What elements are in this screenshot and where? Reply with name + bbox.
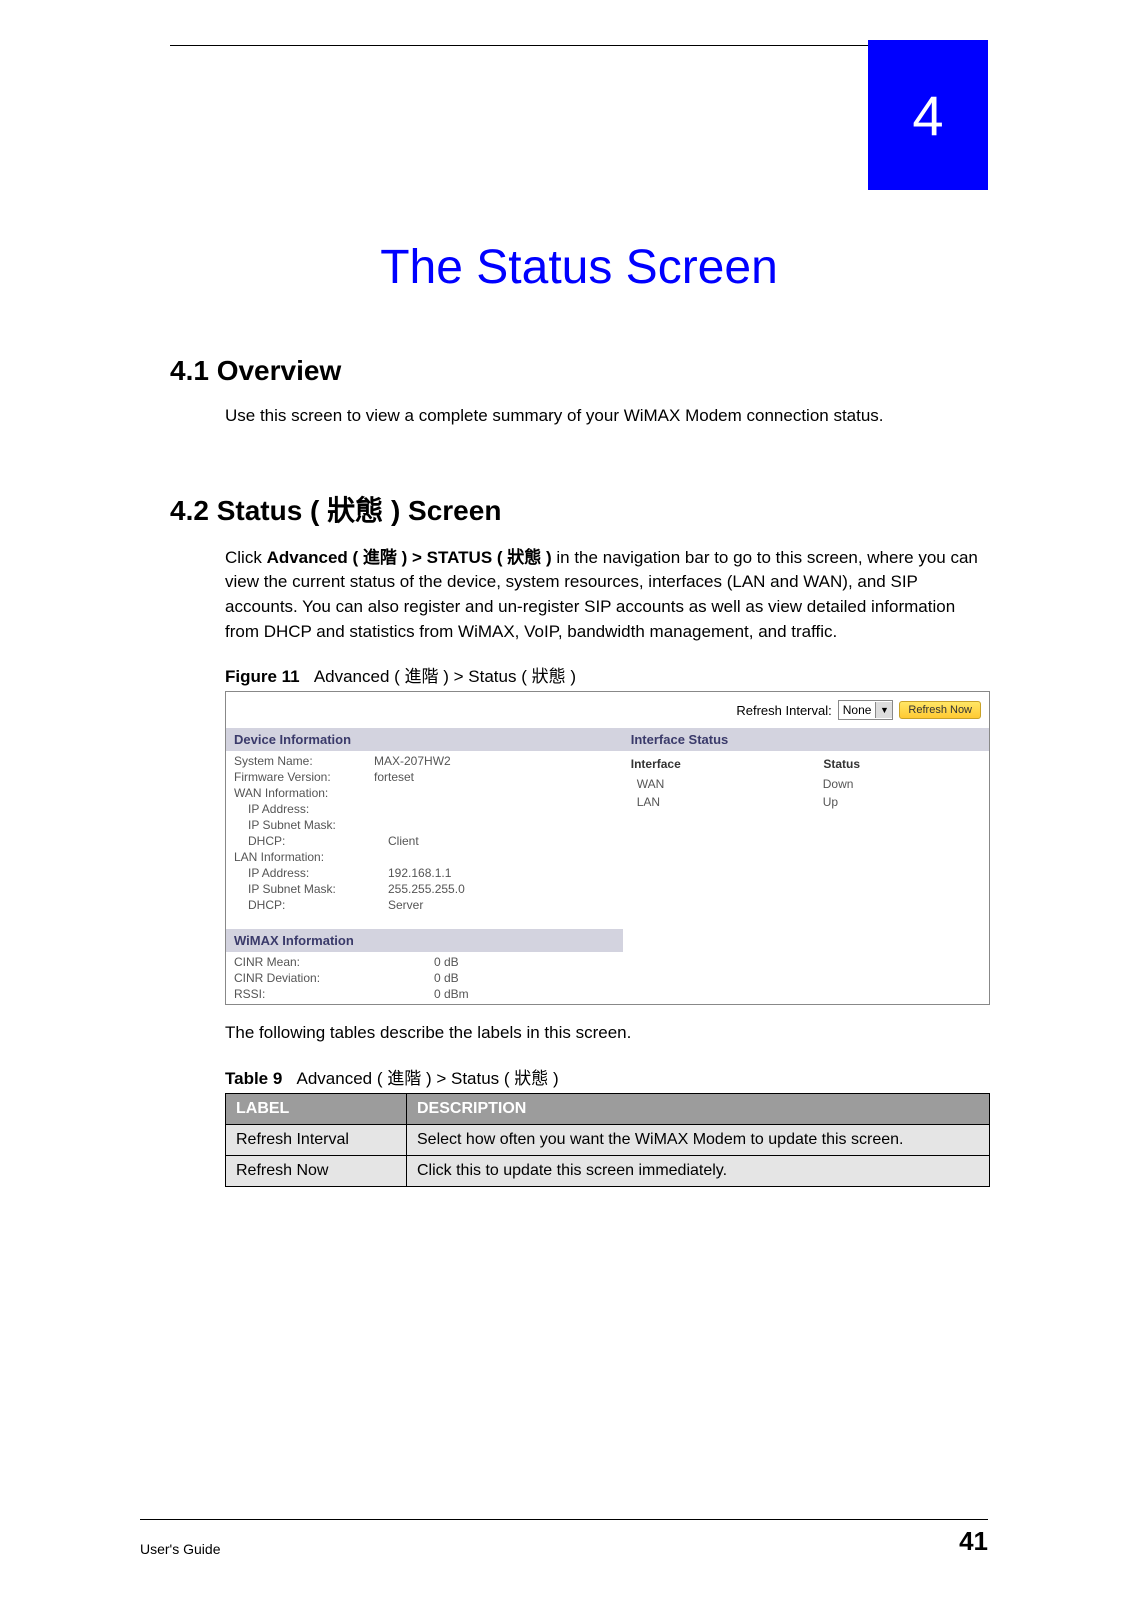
chapter-number-tab: 4 xyxy=(868,40,988,190)
device-info-row: DHCP:Client xyxy=(226,833,623,849)
interface-status-body: Interface Status WANDownLANUp xyxy=(623,751,989,813)
interface-status-value: Down xyxy=(823,777,975,791)
device-info-key: Firmware Version: xyxy=(234,770,374,784)
figure-caption: Figure 11 Advanced ( 進階 ) > Status ( 狀態 … xyxy=(225,662,988,687)
refresh-interval-label: Refresh Interval: xyxy=(736,703,831,718)
device-info-row: IP Subnet Mask: xyxy=(226,817,623,833)
device-info-row: IP Address:192.168.1.1 xyxy=(226,865,623,881)
interface-name: LAN xyxy=(637,795,823,809)
figure-screenshot: Refresh Interval: None ▼ Refresh Now Dev… xyxy=(225,691,990,1005)
page-footer: User's Guide 41 xyxy=(140,1519,988,1557)
device-info-key: WAN Information: xyxy=(234,786,374,800)
figure-label: Figure 11 xyxy=(225,667,300,686)
device-info-key: IP Subnet Mask: xyxy=(234,882,388,896)
device-info-value: Server xyxy=(388,898,615,912)
table9-head-label: LABEL xyxy=(226,1093,407,1124)
table9: LABEL DESCRIPTION Refresh IntervalSelect… xyxy=(225,1093,990,1187)
wimax-info-body: CINR Mean:0 dBCINR Deviation:0 dBRSSI:0 … xyxy=(226,952,623,1004)
wimax-info-value: 0 dB xyxy=(434,955,615,969)
wimax-info-value: 0 dBm xyxy=(434,987,615,1001)
chevron-down-icon: ▼ xyxy=(875,702,892,718)
section-overview-body: Use this screen to view a complete summa… xyxy=(225,404,988,429)
device-info-row: LAN Information: xyxy=(226,849,623,865)
device-info-value: MAX-207HW2 xyxy=(374,754,615,768)
interface-status-row: LANUp xyxy=(623,793,989,811)
device-info-value xyxy=(388,802,615,816)
device-info-key: IP Address: xyxy=(234,866,388,880)
wimax-info-row: RSSI:0 dBm xyxy=(226,986,623,1002)
table9-head-description: DESCRIPTION xyxy=(407,1093,990,1124)
table9-label: Table 9 xyxy=(225,1069,282,1088)
device-info-row: WAN Information: xyxy=(226,785,623,801)
interface-status-header: Interface Status xyxy=(623,728,989,751)
figure-caption-text: Advanced ( 進階 ) > Status ( 狀態 ) xyxy=(314,667,576,686)
device-info-value: 192.168.1.1 xyxy=(388,866,615,880)
device-info-row: IP Subnet Mask:255.255.255.0 xyxy=(226,881,623,897)
interface-status-value: Up xyxy=(823,795,975,809)
device-info-header: Device Information xyxy=(226,728,623,751)
iface-col-interface: Interface xyxy=(631,757,824,771)
table9-caption: Table 9 Advanced ( 進階 ) > Status ( 狀態 ) xyxy=(225,1064,988,1089)
device-info-row: Firmware Version:forteset xyxy=(226,769,623,785)
wimax-info-row: CINR Deviation:0 dB xyxy=(226,970,623,986)
device-info-body: System Name:MAX-207HW2Firmware Version:f… xyxy=(226,751,623,915)
table9-label-cell: Refresh Now xyxy=(226,1155,407,1186)
section-overview-heading: 4.1 Overview xyxy=(170,355,988,387)
iface-col-status: Status xyxy=(823,757,981,771)
chapter-title: The Status Screen xyxy=(170,240,988,295)
header-rule xyxy=(170,45,868,46)
device-info-key: DHCP: xyxy=(234,898,388,912)
device-info-value: Client xyxy=(388,834,615,848)
device-info-row: DHCP:Server xyxy=(226,897,623,913)
table-row: Refresh NowClick this to update this scr… xyxy=(226,1155,990,1186)
wimax-info-value: 0 dB xyxy=(434,971,615,985)
wimax-info-key: RSSI: xyxy=(234,987,434,1001)
device-info-key: IP Subnet Mask: xyxy=(234,818,388,832)
footer-guide: User's Guide xyxy=(140,1541,220,1557)
intro-bold: Advanced ( 進階 ) > STATUS ( 狀態 ) xyxy=(267,548,552,567)
device-info-key: LAN Information: xyxy=(234,850,374,864)
refresh-interval-dropdown[interactable]: None ▼ xyxy=(838,700,894,720)
table-row: Refresh IntervalSelect how often you wan… xyxy=(226,1124,990,1155)
interface-status-row: WANDown xyxy=(623,775,989,793)
device-info-key: System Name: xyxy=(234,754,374,768)
device-info-row: System Name:MAX-207HW2 xyxy=(226,753,623,769)
wimax-info-key: CINR Mean: xyxy=(234,955,434,969)
wimax-info-key: CINR Deviation: xyxy=(234,971,434,985)
interface-name: WAN xyxy=(637,777,823,791)
device-info-value xyxy=(388,818,615,832)
refresh-interval-value: None xyxy=(839,703,876,717)
table9-label-cell: Refresh Interval xyxy=(226,1124,407,1155)
device-info-value: forteset xyxy=(374,770,615,784)
intro-pre: Click xyxy=(225,548,267,567)
wimax-info-header: WiMAX Information xyxy=(226,929,623,952)
section-status-body: Click Advanced ( 進階 ) > STATUS ( 狀態 ) in… xyxy=(225,546,988,645)
refresh-now-button[interactable]: Refresh Now xyxy=(899,701,981,719)
wimax-info-row: CINR Mean:0 dB xyxy=(226,954,623,970)
table9-caption-text: Advanced ( 進階 ) > Status ( 狀態 ) xyxy=(297,1069,559,1088)
device-info-value xyxy=(374,786,615,800)
section-status-heading: 4.2 Status ( 狀態 ) Screen xyxy=(170,489,988,529)
device-info-value: 255.255.255.0 xyxy=(388,882,615,896)
device-info-row: IP Address: xyxy=(226,801,623,817)
table9-description-cell: Click this to update this screen immedia… xyxy=(407,1155,990,1186)
device-info-key: IP Address: xyxy=(234,802,388,816)
table9-description-cell: Select how often you want the WiMAX Mode… xyxy=(407,1124,990,1155)
figure-topbar: Refresh Interval: None ▼ Refresh Now xyxy=(226,692,989,728)
footer-page-number: 41 xyxy=(959,1526,988,1557)
post-figure-text: The following tables describe the labels… xyxy=(225,1021,988,1046)
device-info-value xyxy=(374,850,615,864)
device-info-key: DHCP: xyxy=(234,834,388,848)
